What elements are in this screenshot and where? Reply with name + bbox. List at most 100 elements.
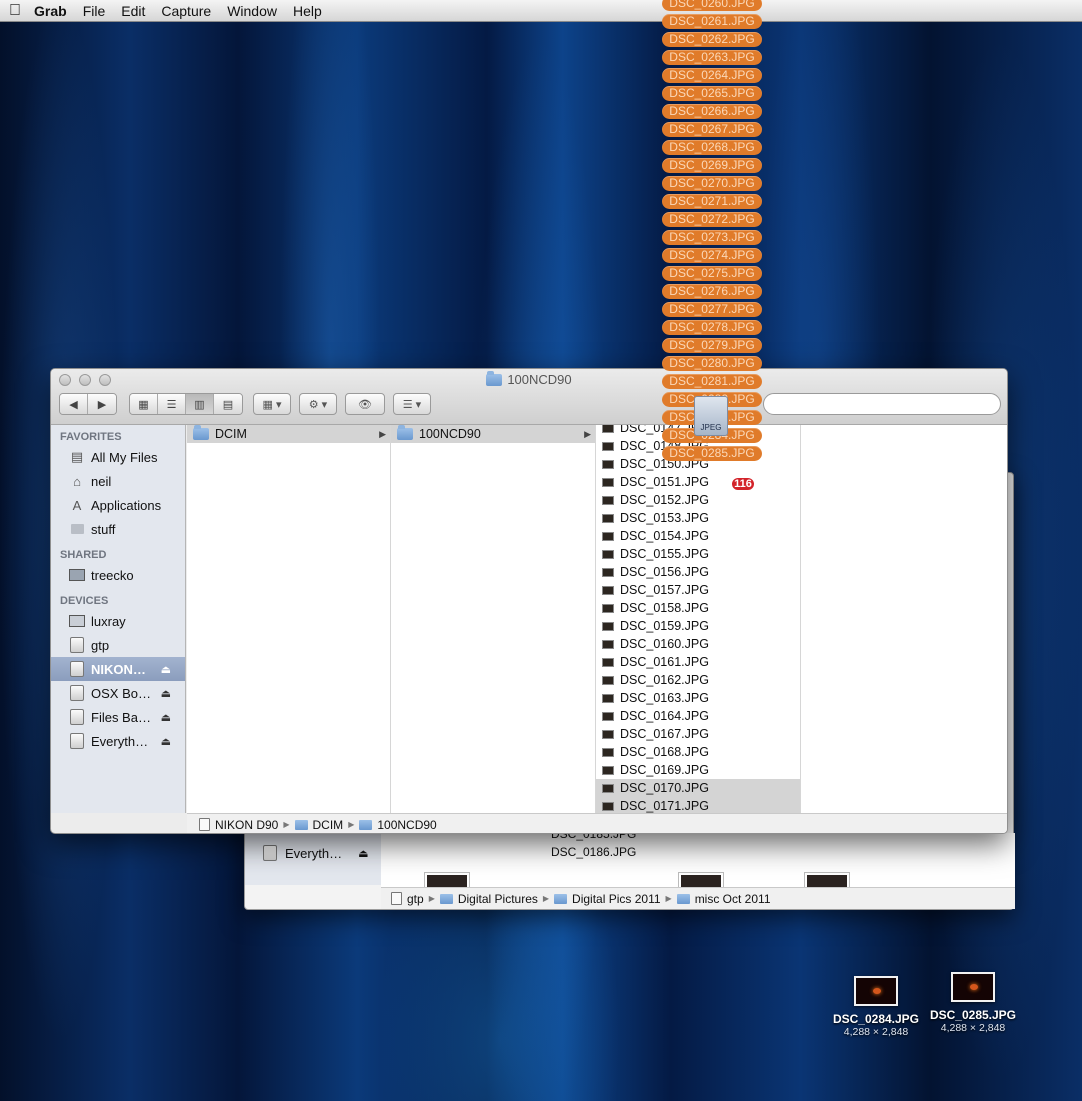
- dragged-file-label: DSC_0278.JPG: [662, 320, 762, 335]
- action-gear-button[interactable]: ⚙ ▾: [299, 393, 337, 415]
- eject-icon[interactable]: ⏏: [161, 735, 171, 748]
- dragged-file-label: DSC_0273.JPG: [662, 230, 762, 245]
- arrange-button[interactable]: ▦ ▾: [253, 393, 291, 415]
- file-row[interactable]: DSC_0163.JPG: [596, 689, 800, 707]
- sidebar-item-treecko[interactable]: treecko: [51, 563, 185, 587]
- eject-icon[interactable]: ⏏: [358, 847, 368, 860]
- back-path-item[interactable]: Digital Pictures: [458, 892, 538, 906]
- folder-icon: [69, 521, 85, 537]
- file-row[interactable]: DSC_0169.JPG: [596, 761, 800, 779]
- file-name: DSC_0157.JPG: [620, 583, 709, 597]
- column-view-button[interactable]: ▥: [186, 394, 214, 414]
- file-row[interactable]: DSC_0170.JPG: [596, 779, 800, 797]
- file-row[interactable]: DSC_0164.JPG: [596, 707, 800, 725]
- window-titlebar[interactable]: 100NCD90 ◀ ▶ ▦ ☰ ▥ ▤ ▦ ▾ ⚙ ▾ 👁 ☰ ▾: [51, 369, 1007, 425]
- sidebar-item-all-my-files[interactable]: ▤ All My Files: [51, 445, 185, 469]
- drag-count-badge: 116: [730, 476, 756, 492]
- eject-icon[interactable]: ⏏: [161, 687, 171, 700]
- sidebar-item-nikon[interactable]: NIKON… ⏏: [51, 657, 185, 681]
- back-path-item[interactable]: gtp: [407, 892, 424, 906]
- menu-help[interactable]: Help: [285, 3, 330, 19]
- dragged-file-label: DSC_0267.JPG: [662, 122, 762, 137]
- back-path-item[interactable]: misc Oct 2011: [695, 892, 771, 906]
- share-button[interactable]: ☰ ▾: [393, 393, 431, 415]
- file-row[interactable]: DSC_0159.JPG: [596, 617, 800, 635]
- file-list: DSC_0147.JPGDSC_0148.JPGDSC_0150.JPGDSC_…: [596, 425, 800, 813]
- apple-menu-icon[interactable]: : [0, 2, 30, 20]
- column-1[interactable]: DCIM ▶: [187, 425, 391, 813]
- file-row[interactable]: DSC_0167.JPG: [596, 725, 800, 743]
- file-row[interactable]: DSC_0152.JPG: [596, 491, 800, 509]
- file-row[interactable]: DSC_0151.JPG: [596, 473, 800, 491]
- back-button[interactable]: ◀: [60, 394, 88, 414]
- harddisk-icon: [391, 892, 402, 905]
- sidebar-item-neil[interactable]: ⌂ neil: [51, 469, 185, 493]
- file-name: DSC_0153.JPG: [620, 511, 709, 525]
- list-view-button[interactable]: ☰: [158, 394, 186, 414]
- path-item[interactable]: 100NCD90: [377, 818, 436, 832]
- file-row[interactable]: DSC_0153.JPG: [596, 509, 800, 527]
- column-3[interactable]: DSC_0147.JPGDSC_0148.JPGDSC_0150.JPGDSC_…: [596, 425, 801, 813]
- menu-edit[interactable]: Edit: [113, 3, 153, 19]
- menu-capture[interactable]: Capture: [153, 3, 219, 19]
- sidebar-item-label: Files Ba…: [91, 709, 151, 725]
- menu-window[interactable]: Window: [219, 3, 285, 19]
- file-row[interactable]: DSC_0157.JPG: [596, 581, 800, 599]
- sidebar-item-osx-boot[interactable]: OSX Bo… ⏏: [51, 681, 185, 705]
- file-row[interactable]: DSC_0162.JPG: [596, 671, 800, 689]
- desktop-icon-dsc-0285[interactable]: DSC_0285.JPG 4,288 × 2,848: [918, 972, 1028, 1034]
- forward-button[interactable]: ▶: [88, 394, 116, 414]
- sidebar-item-label: gtp: [91, 637, 110, 653]
- file-row[interactable]: DSC_0155.JPG: [596, 545, 800, 563]
- disk-icon: [69, 709, 85, 725]
- sidebar-item-files-backup[interactable]: Files Ba… ⏏: [51, 705, 185, 729]
- dragged-file-label: DSC_0279.JPG: [662, 338, 762, 353]
- dragged-file-label: DSC_0271.JPG: [662, 194, 762, 209]
- file-name: DSC_0167.JPG: [620, 727, 709, 741]
- file-name: DSC_0162.JPG: [620, 673, 709, 687]
- file-row[interactable]: DSC_0154.JPG: [596, 527, 800, 545]
- dragged-file-label: DSC_0268.JPG: [662, 140, 762, 155]
- image-thumbnail-icon: [602, 801, 614, 811]
- quicklook-eye-button[interactable]: 👁: [345, 393, 385, 415]
- menu-file[interactable]: File: [75, 3, 114, 19]
- disk-icon: [69, 685, 85, 701]
- toolbar: ◀ ▶ ▦ ☰ ▥ ▤ ▦ ▾ ⚙ ▾ 👁 ☰ ▾: [59, 393, 431, 415]
- path-item[interactable]: NIKON D90: [215, 818, 278, 832]
- column-2[interactable]: 100NCD90 ▶: [391, 425, 596, 813]
- path-item[interactable]: DCIM: [313, 818, 344, 832]
- file-row[interactable]: DSC_0160.JPG: [596, 635, 800, 653]
- file-row[interactable]: DSC_0161.JPG: [596, 653, 800, 671]
- eject-icon[interactable]: ⏏: [161, 663, 171, 676]
- dragged-file-label: DSC_0285.JPG: [662, 446, 762, 461]
- back-sidebar-item-everything[interactable]: Everyth… ⏏: [263, 845, 368, 861]
- sidebar-header-devices: DEVICES: [60, 595, 109, 607]
- column-item-100ncd90[interactable]: 100NCD90 ▶: [391, 425, 595, 443]
- computer-icon: [69, 567, 85, 583]
- folder-icon: [554, 893, 568, 904]
- search-input[interactable]: [763, 393, 1001, 415]
- image-thumbnail-icon: [602, 639, 614, 649]
- file-row[interactable]: DSC_0171.JPG: [596, 797, 800, 813]
- coverflow-view-button[interactable]: ▤: [214, 394, 242, 414]
- dragged-file-label: DSC_0281.JPG: [662, 374, 762, 389]
- column-4[interactable]: [801, 425, 1007, 813]
- dragged-file-label: DSC_0275.JPG: [662, 266, 762, 281]
- sidebar-item-gtp[interactable]: gtp: [51, 633, 185, 657]
- sidebar-item-stuff[interactable]: stuff: [51, 517, 185, 541]
- sidebar-item-everything[interactable]: Everyth… ⏏: [51, 729, 185, 753]
- sidebar-item-applications[interactable]: A Applications: [51, 493, 185, 517]
- sidebar-item-label: luxray: [91, 613, 126, 629]
- icon-view-button[interactable]: ▦: [130, 394, 158, 414]
- menu-app-name[interactable]: Grab: [30, 3, 75, 19]
- sidebar-item-luxray[interactable]: luxray: [51, 609, 185, 633]
- column-item-dcim[interactable]: DCIM ▶: [187, 425, 390, 443]
- imac-icon: [69, 613, 85, 629]
- eject-icon[interactable]: ⏏: [161, 711, 171, 724]
- desktop-icon-dsc-0284[interactable]: DSC_0284.JPG 4,288 × 2,848: [821, 976, 931, 1038]
- file-name: DSC_0160.JPG: [620, 637, 709, 651]
- file-row[interactable]: DSC_0156.JPG: [596, 563, 800, 581]
- file-row[interactable]: DSC_0168.JPG: [596, 743, 800, 761]
- file-row[interactable]: DSC_0158.JPG: [596, 599, 800, 617]
- back-path-item[interactable]: Digital Pics 2011: [572, 892, 661, 906]
